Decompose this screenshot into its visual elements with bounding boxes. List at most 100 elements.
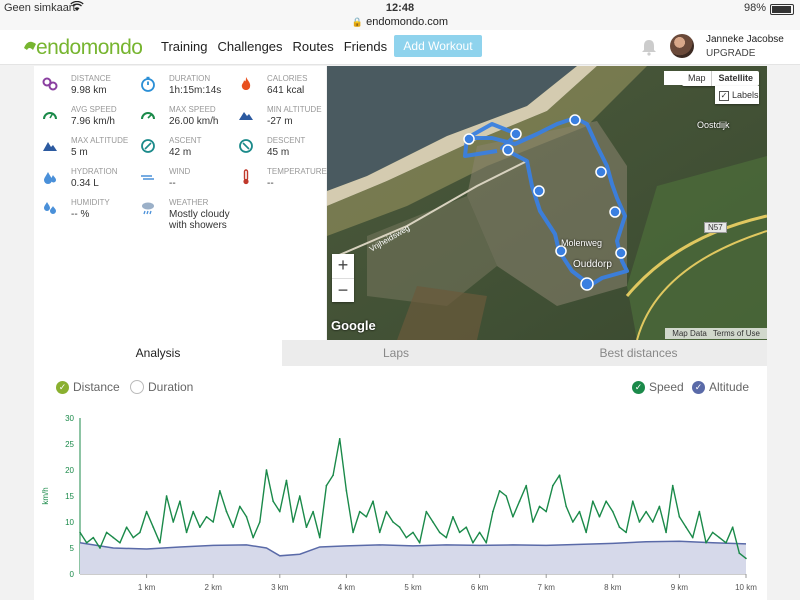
speed-point	[705, 542, 707, 544]
stat-label: MAX ALTITUDE	[71, 136, 129, 145]
map-data-link[interactable]: Map Data	[672, 329, 707, 338]
fullscreen-icon[interactable]	[664, 71, 684, 85]
speed-point	[392, 521, 394, 523]
svg-text:endomondo: endomondo	[36, 36, 142, 59]
username[interactable]: Janneke Jacobse	[706, 34, 784, 45]
stat-label: CALORIES	[267, 74, 308, 83]
x-tick-label: 3 km	[271, 583, 289, 592]
speed-point	[505, 495, 508, 497]
route-map[interactable]: Oostdijk Vrijheidsweg Molenweg Ouddorp N…	[327, 66, 767, 340]
zoom-out-button[interactable]: −	[332, 279, 354, 303]
stat-value: 7.96 km/h	[71, 116, 115, 127]
stat-value: --	[267, 178, 274, 189]
speed-point	[232, 526, 234, 528]
stat-value: 9.98 km	[71, 85, 107, 96]
x-tick-label: 5 km	[404, 583, 422, 592]
satellite-map-image	[327, 66, 767, 340]
speed-point	[725, 542, 727, 544]
speed-point	[119, 542, 121, 544]
speed-point	[112, 536, 115, 539]
speed-point	[372, 500, 374, 502]
speed-point	[605, 500, 607, 502]
map-type-control: Map Satellite	[681, 71, 759, 86]
speed-point	[718, 536, 721, 539]
speed-point	[492, 510, 494, 513]
stat-label: WIND	[169, 167, 191, 176]
speed-point	[139, 531, 141, 534]
terms-of-use-link[interactable]: Terms of Use	[713, 329, 760, 338]
add-workout-button[interactable]: Add Workout	[394, 35, 482, 57]
speed-point	[731, 526, 734, 528]
y-tick-label: 25	[65, 440, 74, 449]
mountain-icon	[238, 107, 254, 123]
speed-point	[159, 542, 161, 544]
speed-point	[325, 484, 328, 487]
stat-value: 641 kcal	[267, 85, 305, 96]
nav-training[interactable]: Training	[161, 39, 207, 54]
endomondo-logo[interactable]: endomondo	[22, 34, 143, 67]
bell-icon[interactable]	[640, 38, 658, 56]
nav-friends[interactable]: Friends	[344, 39, 387, 54]
tab-laps[interactable]: Laps	[282, 340, 510, 366]
x-tick-label: 2 km	[205, 583, 223, 592]
speed-point	[79, 531, 81, 534]
nav-challenges[interactable]: Challenges	[217, 39, 282, 54]
speed-point	[292, 521, 294, 523]
stat-value: Mostly cloudy with showers	[169, 209, 230, 231]
flame-icon	[238, 76, 254, 92]
tab-analysis[interactable]: Analysis	[34, 340, 282, 366]
map-type-satellite-button[interactable]: Satellite	[711, 71, 759, 86]
speed-point	[225, 510, 228, 513]
speed-point	[245, 516, 248, 518]
google-logo: Google	[331, 318, 376, 333]
speed-point	[598, 516, 601, 518]
map-street-label: Molenweg	[561, 238, 603, 248]
speed-point	[691, 536, 694, 539]
stat-label: DISTANCE	[71, 74, 111, 83]
speed-point	[105, 531, 108, 534]
speed-point	[192, 510, 195, 513]
speed-point	[398, 526, 401, 528]
nav-routes[interactable]: Routes	[293, 39, 334, 54]
speed-point	[285, 479, 288, 482]
lock-icon: 🔒	[351, 17, 364, 27]
speed-point	[412, 531, 414, 534]
zoom-in-button[interactable]: +	[332, 254, 354, 279]
map-type-map-button[interactable]: Map	[682, 71, 712, 86]
x-tick-label: 4 km	[338, 583, 356, 592]
battery-icon	[770, 4, 794, 15]
stat-value: --	[169, 178, 176, 189]
stat-value: -- %	[71, 209, 90, 220]
speedometer-icon	[42, 107, 58, 123]
speed-point	[99, 547, 101, 549]
speed-point	[592, 500, 594, 502]
speed-altitude-chart[interactable]: 0 5 10 15 20 25 30 km/h 1 km 2 km 3 km 4 km 5 km 6 km…	[34, 366, 767, 600]
x-tick-label: 6 km	[471, 583, 489, 592]
tab-best-distances[interactable]: Best distances	[510, 340, 767, 366]
speed-point	[145, 510, 148, 513]
speed-point	[312, 510, 314, 513]
humidity-icon	[42, 200, 58, 216]
site-header: endomondo Training Challenges Routes Friend…	[0, 30, 800, 65]
y-tick-label: 30	[65, 414, 74, 423]
speed-point	[452, 516, 454, 518]
speed-point	[265, 469, 268, 471]
speed-point	[279, 510, 281, 513]
speed-point	[338, 438, 341, 440]
speed-point	[498, 490, 501, 492]
speed-point	[425, 510, 428, 513]
stat-label: AVG SPEED	[71, 105, 117, 114]
upgrade-link[interactable]: UPGRADE	[706, 48, 755, 59]
speed-line	[79, 438, 747, 559]
url-bar[interactable]: 🔒 endomondo.com	[0, 16, 800, 30]
y-axis-label: km/h	[41, 487, 50, 504]
analysis-panel: ✓ Distance Duration ✓ Speed ✓ Altitude 0 5 10…	[34, 366, 767, 600]
speed-point	[665, 531, 667, 534]
avatar[interactable]	[670, 34, 694, 58]
speed-point	[578, 510, 581, 513]
speed-point	[432, 521, 434, 523]
speed-point	[465, 526, 468, 528]
labels-checkbox[interactable]: ✓ Labels	[715, 86, 759, 104]
descent-icon	[238, 138, 254, 154]
speed-point	[538, 505, 541, 508]
